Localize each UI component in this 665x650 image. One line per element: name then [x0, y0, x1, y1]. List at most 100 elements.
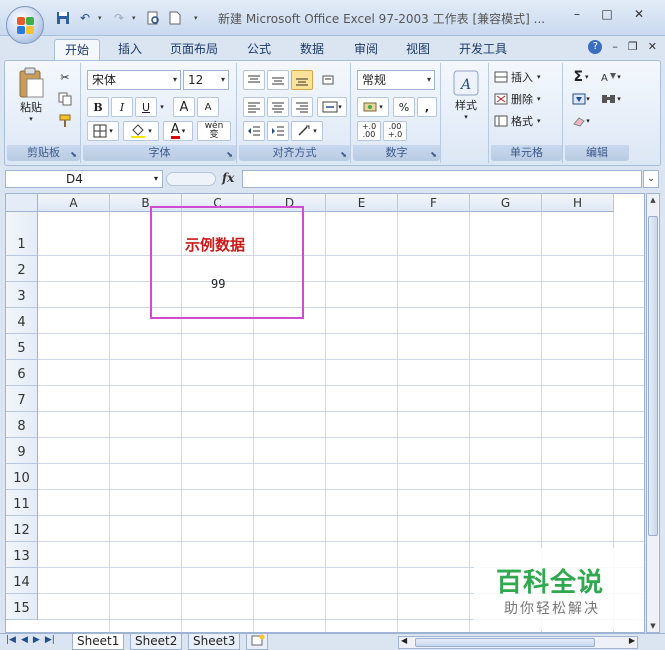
- accounting-format-button[interactable]: ▾: [357, 97, 389, 117]
- align-middle-button[interactable]: [267, 70, 289, 90]
- column-header-g[interactable]: G: [470, 194, 542, 212]
- number-format-dropdown-icon[interactable]: ▾: [427, 71, 431, 89]
- cut-icon[interactable]: ✂: [55, 67, 75, 87]
- delete-cells-button[interactable]: 删除 ▾: [493, 89, 559, 109]
- tab-page-layout[interactable]: 页面布局: [160, 39, 228, 61]
- vertical-scrollbar[interactable]: ▲ ▼: [646, 193, 660, 633]
- sheet-tab-sheet1[interactable]: Sheet1: [72, 634, 125, 650]
- column-header-a[interactable]: A: [38, 194, 110, 212]
- fill-button[interactable]: ▾: [567, 89, 595, 109]
- last-sheet-icon[interactable]: ▶|: [45, 635, 55, 645]
- expand-formula-bar-icon[interactable]: ⌄: [643, 170, 659, 188]
- font-color-button[interactable]: A ▾: [163, 121, 193, 141]
- shrink-font-button[interactable]: A: [197, 97, 219, 117]
- insert-cells-button[interactable]: 插入 ▾: [493, 67, 559, 87]
- font-launcher-icon[interactable]: ⬊: [226, 150, 233, 159]
- row-header-5[interactable]: 5: [6, 334, 38, 360]
- tab-home[interactable]: 开始: [54, 39, 100, 61]
- row-header-1[interactable]: 1: [6, 212, 38, 256]
- redo-dropdown-icon[interactable]: ▾: [132, 14, 140, 22]
- align-right-button[interactable]: [291, 97, 313, 117]
- decrease-decimal-button[interactable]: .00 +.0: [383, 121, 407, 141]
- alignment-launcher-icon[interactable]: ⬊: [340, 150, 347, 159]
- sheet-tab-sheet3[interactable]: Sheet3: [188, 634, 241, 650]
- tab-review[interactable]: 审阅: [344, 39, 388, 61]
- bold-button[interactable]: B: [87, 97, 109, 117]
- close-button[interactable]: ✕: [628, 7, 650, 25]
- text-direction-button[interactable]: ▾: [291, 121, 323, 141]
- scroll-down-icon[interactable]: ▼: [647, 620, 659, 632]
- tab-view[interactable]: 视图: [396, 39, 440, 61]
- paste-button[interactable]: 粘贴 ▾: [13, 67, 49, 123]
- paste-dropdown-icon[interactable]: ▾: [29, 115, 33, 123]
- help-icon[interactable]: ?: [588, 40, 603, 54]
- row-header-6[interactable]: 6: [6, 360, 38, 386]
- name-box[interactable]: D4 ▾: [5, 170, 163, 188]
- borders-button[interactable]: ▾: [87, 121, 119, 141]
- customize-qat-icon[interactable]: ▾: [194, 14, 202, 22]
- find-select-button[interactable]: ▾: [597, 89, 625, 109]
- increase-decimal-button[interactable]: +.0 .00: [357, 121, 381, 141]
- select-all-corner[interactable]: [6, 194, 38, 212]
- undo-dropdown-icon[interactable]: ▾: [98, 14, 106, 22]
- merge-center-button[interactable]: ▾: [317, 97, 347, 117]
- prev-sheet-icon[interactable]: ◀: [21, 635, 28, 645]
- row-header-2[interactable]: 2: [6, 256, 38, 282]
- tab-developer[interactable]: 开发工具: [450, 39, 516, 61]
- row-header-10[interactable]: 10: [6, 464, 38, 490]
- tab-insert[interactable]: 插入: [108, 39, 152, 61]
- font-size-dropdown-icon[interactable]: ▾: [221, 71, 225, 89]
- row-header-13[interactable]: 13: [6, 542, 38, 568]
- row-header-9[interactable]: 9: [6, 438, 38, 464]
- number-format-combo[interactable]: 常规 ▾: [357, 70, 435, 90]
- row-header-4[interactable]: 4: [6, 308, 38, 334]
- row-header-15[interactable]: 15: [6, 594, 38, 620]
- row-header-7[interactable]: 7: [6, 386, 38, 412]
- align-left-button[interactable]: [243, 97, 265, 117]
- scroll-right-icon[interactable]: ▶: [629, 636, 635, 645]
- horizontal-scrollbar[interactable]: ◀ ▶: [398, 636, 638, 649]
- align-top-button[interactable]: [243, 70, 265, 90]
- horizontal-scroll-thumb[interactable]: [415, 638, 595, 647]
- minimize-button[interactable]: –: [566, 7, 588, 25]
- workbook-restore-icon[interactable]: ❐: [628, 40, 638, 54]
- underline-dropdown-icon[interactable]: ▾: [157, 97, 167, 117]
- redo-icon[interactable]: ↷: [110, 9, 128, 27]
- next-sheet-icon[interactable]: ▶: [33, 635, 40, 645]
- number-launcher-icon[interactable]: ⬊: [430, 150, 437, 159]
- styles-button[interactable]: A 样式 ▾: [447, 69, 485, 121]
- orientation-icon[interactable]: [317, 70, 339, 90]
- increase-indent-button[interactable]: [267, 121, 289, 141]
- align-bottom-button[interactable]: [291, 70, 313, 90]
- italic-button[interactable]: I: [111, 97, 133, 117]
- vertical-scroll-thumb[interactable]: [648, 216, 658, 536]
- workbook-minimize-icon[interactable]: –: [612, 40, 618, 54]
- new-icon[interactable]: [166, 9, 184, 27]
- row-header-12[interactable]: 12: [6, 516, 38, 542]
- font-name-combo[interactable]: 宋体 ▾: [87, 70, 181, 90]
- print-preview-icon[interactable]: [144, 9, 162, 27]
- copy-icon[interactable]: [55, 89, 75, 109]
- row-header-11[interactable]: 11: [6, 490, 38, 516]
- font-size-combo[interactable]: 12 ▾: [183, 70, 229, 90]
- column-header-f[interactable]: F: [398, 194, 470, 212]
- row-header-14[interactable]: 14: [6, 568, 38, 594]
- tab-data[interactable]: 数据: [290, 39, 334, 61]
- grow-font-button[interactable]: A: [173, 97, 195, 117]
- row-header-8[interactable]: 8: [6, 412, 38, 438]
- formula-bar-resize-handle[interactable]: [166, 172, 216, 186]
- insert-sheet-icon[interactable]: [246, 634, 268, 650]
- save-icon[interactable]: [54, 9, 72, 27]
- underline-button[interactable]: U: [135, 97, 157, 117]
- formula-input[interactable]: [242, 170, 642, 188]
- row-header-3[interactable]: 3: [6, 282, 38, 308]
- comma-button[interactable]: ,: [417, 97, 437, 117]
- first-sheet-icon[interactable]: |◀: [6, 635, 16, 645]
- name-box-dropdown-icon[interactable]: ▾: [154, 171, 158, 187]
- insert-function-button[interactable]: fx: [222, 171, 234, 185]
- tab-formulas[interactable]: 公式: [238, 39, 280, 61]
- decrease-indent-button[interactable]: [243, 121, 265, 141]
- align-center-button[interactable]: [267, 97, 289, 117]
- percent-button[interactable]: %: [393, 97, 415, 117]
- font-name-dropdown-icon[interactable]: ▾: [173, 71, 177, 89]
